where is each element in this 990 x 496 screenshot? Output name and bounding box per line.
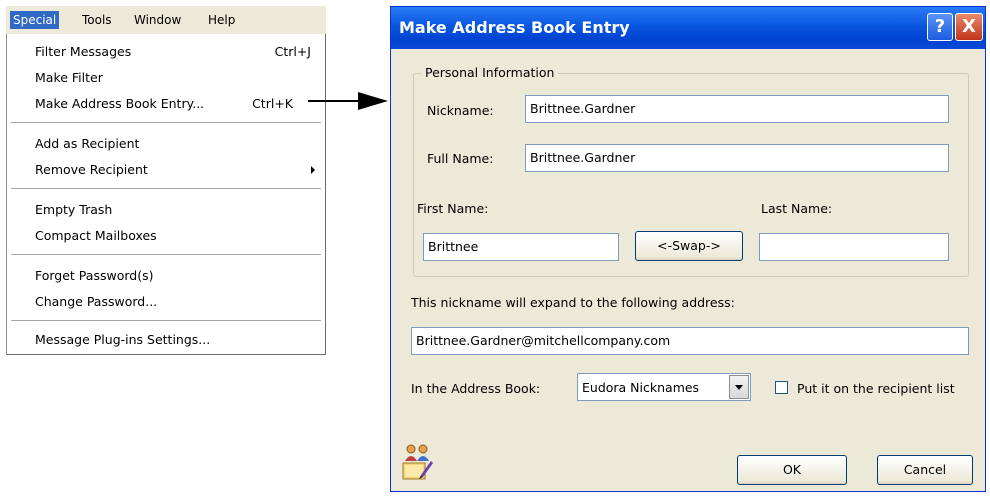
menu-item-label: Add as Recipient xyxy=(35,136,140,151)
menu-item-label: Filter Messages xyxy=(35,44,132,59)
address-field[interactable]: Brittnee.Gardner@mitchellcompany.com xyxy=(411,327,969,355)
menu-item-label: Make Address Book Entry... xyxy=(35,96,205,111)
menu-tools[interactable]: Tools xyxy=(82,11,112,29)
menu-item-label: Change Password... xyxy=(35,294,158,309)
lastname-field[interactable] xyxy=(759,233,949,261)
callout-arrow-head-icon xyxy=(358,92,388,110)
menu-special[interactable]: Special xyxy=(10,11,60,29)
address-book-label: In the Address Book: xyxy=(411,381,541,396)
menu-item-shortcut: Ctrl+K xyxy=(252,96,293,111)
firstname-label: First Name: xyxy=(417,201,489,216)
menu-item-label: Forget Password(s) xyxy=(35,268,154,283)
close-button[interactable]: X xyxy=(955,13,983,41)
submenu-arrow-icon xyxy=(311,166,315,174)
menu-item-label: Compact Mailboxes xyxy=(35,228,157,243)
nickname-field[interactable]: Brittnee.Gardner xyxy=(525,95,949,123)
menu-item-label: Remove Recipient xyxy=(35,162,148,177)
chevron-down-icon xyxy=(735,385,743,390)
menu-separator xyxy=(11,254,321,255)
callout-arrow-line xyxy=(308,100,364,102)
address-book-people-icon xyxy=(401,443,435,481)
menu-item-label: Empty Trash xyxy=(35,202,113,217)
menu-separator xyxy=(11,122,321,123)
menu-item-shortcut: Ctrl+J xyxy=(274,44,311,59)
fullname-field[interactable]: Brittnee.Gardner xyxy=(525,144,949,172)
group-legend: Personal Information xyxy=(421,65,559,80)
expand-address-label: This nickname will expand to the followi… xyxy=(411,295,735,310)
help-button[interactable]: ? xyxy=(927,13,953,41)
swap-button[interactable]: <-Swap-> xyxy=(635,231,743,261)
lastname-label: Last Name: xyxy=(761,201,833,216)
fullname-label: Full Name: xyxy=(427,151,494,166)
menu-bar: Special Tools Window Help xyxy=(6,6,326,35)
menu-window[interactable]: Window xyxy=(134,11,181,29)
menu-separator xyxy=(11,188,321,189)
firstname-field[interactable]: Brittnee xyxy=(423,233,619,261)
ok-button[interactable]: OK xyxy=(737,455,847,485)
cancel-button[interactable]: Cancel xyxy=(877,455,973,485)
special-menu-dropdown: Filter Messages Ctrl+J Make Filter Make … xyxy=(6,34,326,355)
make-address-book-entry-dialog: Make Address Book Entry ? X Personal Inf… xyxy=(390,6,986,492)
dropdown-button[interactable] xyxy=(729,375,749,399)
recipient-list-checkbox[interactable] xyxy=(775,381,788,394)
dialog-title: Make Address Book Entry xyxy=(399,18,630,37)
address-book-select[interactable]: Eudora Nicknames xyxy=(577,373,751,401)
menu-item-label: Message Plug-ins Settings... xyxy=(35,332,211,347)
nickname-label: Nickname: xyxy=(427,103,494,118)
menu-separator xyxy=(11,320,321,321)
dialog-titlebar: Make Address Book Entry ? X xyxy=(391,7,985,49)
recipient-list-checkbox-label: Put it on the recipient list xyxy=(797,381,955,396)
menu-help[interactable]: Help xyxy=(208,11,235,29)
address-book-select-value: Eudora Nicknames xyxy=(582,380,700,395)
menu-item-label: Make Filter xyxy=(35,70,103,85)
